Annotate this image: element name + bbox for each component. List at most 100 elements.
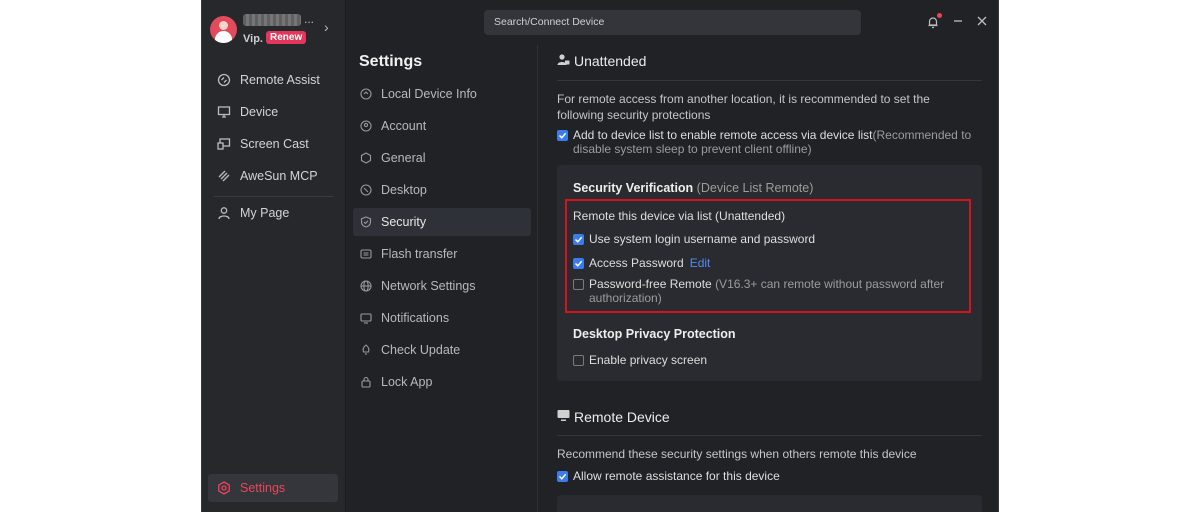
allow-remote-checkbox[interactable] <box>557 471 568 482</box>
settings-title: Settings <box>359 53 423 70</box>
system-login-checkbox-row[interactable]: Use system login username and password <box>573 232 815 246</box>
globe-icon <box>359 279 373 293</box>
notification-bell-icon[interactable] <box>926 13 942 29</box>
nav-item-awesun-mcp[interactable]: AweSun MCP <box>208 162 338 190</box>
nav-item-settings[interactable]: Settings <box>208 474 338 502</box>
nav-item-label: Settings <box>240 481 286 495</box>
nav-item-label: Remote Assist <box>240 73 320 87</box>
nav-item-my-page[interactable]: My Page <box>208 199 338 227</box>
security-verification-panel: Security Verification (Device List Remot… <box>557 165 982 381</box>
settings-item-label: Network Settings <box>381 279 476 293</box>
section-title-remote-device: Remote Device <box>557 409 670 425</box>
general-icon <box>359 151 373 165</box>
user-icon <box>216 205 232 221</box>
security-verification-title: Security Verification (Device List Remot… <box>573 181 814 195</box>
device-list-checkbox[interactable] <box>557 130 568 141</box>
edit-password-link[interactable]: Edit <box>690 256 711 270</box>
section-title-unattended: Unattended <box>557 53 646 69</box>
privacy-screen-checkbox-row[interactable]: Enable privacy screen <box>573 353 707 367</box>
settings-item-label: Account <box>381 119 427 133</box>
section-divider <box>557 435 982 436</box>
section-title-text: Remote Device <box>574 409 670 425</box>
username-redacted <box>243 14 301 26</box>
settings-item-label: Flash transfer <box>381 247 458 261</box>
system-login-label: Use system login username and password <box>589 232 816 246</box>
settings-item-security[interactable]: Security <box>353 208 531 236</box>
user-lock-icon <box>557 53 570 69</box>
nav-divider <box>214 196 334 197</box>
left-nav: ... Vip. Renew › Remote Assist Device Sc… <box>202 0 346 512</box>
section-divider <box>557 80 982 81</box>
settings-item-network-settings[interactable]: Network Settings <box>353 272 531 300</box>
profile-card[interactable]: ... Vip. Renew › <box>210 12 340 48</box>
nav-item-screen-cast[interactable]: Screen Cast <box>208 130 338 158</box>
settings-gear-icon <box>216 480 232 496</box>
screen-cast-icon <box>216 136 232 152</box>
username-more: ... <box>304 12 315 26</box>
vip-label: Vip. <box>243 33 263 45</box>
lock-icon <box>359 375 373 389</box>
device-list-label: Add to device list to enable remote acce… <box>573 128 972 156</box>
security-settings-content: Unattended For remote access from anothe… <box>557 45 982 512</box>
app-window: ... Vip. Renew › Remote Assist Device Sc… <box>201 0 999 512</box>
security-verification-subtitle: (Device List Remote) <box>696 181 814 195</box>
settings-item-notifications[interactable]: Notifications <box>353 304 531 332</box>
device-info-icon <box>359 87 373 101</box>
chevron-right-icon[interactable]: › <box>324 19 329 35</box>
settings-item-label: Security <box>381 215 427 229</box>
nav-item-label: Screen Cast <box>240 137 309 151</box>
settings-item-local-device-info[interactable]: Local Device Info <box>353 80 531 108</box>
unattended-description: For remote access from another location,… <box>557 92 930 122</box>
access-password-label: Access Password <box>589 256 684 270</box>
password-free-checkbox[interactable] <box>573 279 584 290</box>
shield-icon <box>359 215 373 229</box>
settings-item-desktop[interactable]: Desktop <box>353 176 531 204</box>
settings-item-check-update[interactable]: Check Update <box>353 336 531 364</box>
privacy-screen-checkbox[interactable] <box>573 355 584 366</box>
settings-item-flash-transfer[interactable]: Flash transfer <box>353 240 531 268</box>
notification-icon <box>359 311 373 325</box>
nav-item-device[interactable]: Device <box>208 98 338 126</box>
flash-transfer-icon <box>359 247 373 261</box>
desktop-icon <box>359 183 373 197</box>
nav-item-label: AweSun MCP <box>240 169 318 183</box>
close-icon[interactable] <box>976 15 988 30</box>
device-list-checkbox-row[interactable]: Add to device list to enable remote acce… <box>557 128 979 156</box>
update-icon <box>359 343 373 357</box>
renew-badge[interactable]: Renew <box>266 31 307 44</box>
nav-item-remote-assist[interactable]: Remote Assist <box>208 66 338 94</box>
password-free-label: Password-free Remote (V16.3+ can remote … <box>589 277 945 305</box>
access-password-checkbox[interactable] <box>573 258 584 269</box>
settings-item-account[interactable]: Account <box>353 112 531 140</box>
remote-device-description: Recommend these security settings when o… <box>557 447 917 461</box>
access-password-checkbox-row[interactable]: Access Password Edit <box>573 256 710 270</box>
settings-menu: Settings Local Device Info Account Gener… <box>347 45 537 512</box>
allow-remote-checkbox-row[interactable]: Allow remote assistance for this device <box>557 469 780 483</box>
section-title-text: Unattended <box>574 53 647 69</box>
privacy-protection-title: Desktop Privacy Protection <box>573 327 736 341</box>
settings-item-label: Desktop <box>381 183 427 197</box>
privacy-screen-label: Enable privacy screen <box>589 353 708 367</box>
mcp-icon <box>216 168 232 184</box>
remote-assist-icon <box>216 72 232 88</box>
settings-item-general[interactable]: General <box>353 144 531 172</box>
allow-remote-label: Allow remote assistance for this device <box>573 469 780 483</box>
remote-device-panel <box>557 495 982 512</box>
nav-item-label: My Page <box>240 206 290 220</box>
monitor-icon <box>216 104 232 120</box>
account-icon <box>359 119 373 133</box>
verification-group-label: Remote this device via list (Unattended) <box>573 209 786 223</box>
password-free-checkbox-row[interactable]: Password-free Remote (V16.3+ can remote … <box>573 277 963 305</box>
minimize-icon[interactable] <box>952 15 964 30</box>
window-controls <box>926 12 988 32</box>
column-divider <box>537 45 538 512</box>
settings-item-label: Lock App <box>381 375 433 389</box>
system-login-checkbox[interactable] <box>573 234 584 245</box>
notification-dot <box>937 13 942 18</box>
settings-item-label: General <box>381 151 426 165</box>
settings-item-lock-app[interactable]: Lock App <box>353 368 531 396</box>
avatar[interactable] <box>210 16 237 43</box>
monitor-icon <box>557 409 570 425</box>
search-input[interactable]: Search/Connect Device <box>484 10 861 35</box>
settings-item-label: Check Update <box>381 343 461 357</box>
